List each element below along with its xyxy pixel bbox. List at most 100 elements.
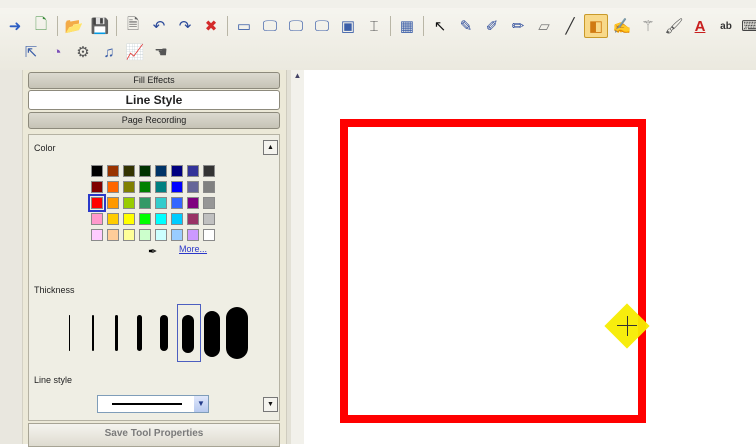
screen-shade-icon[interactable]: ▭ (232, 14, 256, 38)
color-swatch[interactable] (203, 197, 215, 209)
color-swatch[interactable] (203, 229, 215, 241)
recognition-icon[interactable]: ⚙ (71, 40, 95, 64)
line-style-dropdown[interactable]: ▼ (97, 395, 209, 413)
color-swatch[interactable] (107, 229, 119, 241)
color-swatch[interactable] (155, 213, 167, 225)
drawn-rectangle[interactable] (340, 119, 646, 423)
thickness-option-7[interactable] (204, 311, 220, 357)
thickness-option-1[interactable] (69, 315, 70, 351)
spotlight-monitor-icon[interactable]: 🖵 (310, 14, 334, 38)
pen-icon[interactable]: ✎ (454, 14, 478, 38)
tab-page-recording[interactable]: Page Recording (28, 112, 280, 129)
color-collapse-button[interactable]: ▲ (263, 140, 278, 155)
capture-icon[interactable]: ▣ (336, 14, 360, 38)
vertical-scrollbar[interactable]: ▲ (291, 70, 304, 444)
thickness-option-3[interactable] (115, 315, 118, 351)
highlighter-icon[interactable]: ✏ (506, 14, 530, 38)
text-icon[interactable]: A (688, 14, 712, 38)
color-swatch[interactable] (107, 165, 119, 177)
open-folder-icon[interactable]: 📂 (62, 14, 86, 38)
redo-icon[interactable]: ↷ (173, 14, 197, 38)
monitor-icon[interactable]: 🖵 (258, 14, 282, 38)
thickness-option-5[interactable] (160, 315, 168, 351)
color-swatch[interactable] (91, 165, 103, 177)
color-swatch[interactable] (123, 165, 135, 177)
line-style-collapse-button[interactable]: ▼ (263, 397, 278, 412)
table-icon[interactable]: ▦ (395, 14, 419, 38)
pointer-tool-icon[interactable]: ⇱ (19, 40, 43, 64)
color-swatch[interactable] (91, 229, 103, 241)
more-colors-link[interactable]: More... (179, 244, 207, 254)
save-tool-properties-button[interactable]: Save Tool Properties (28, 423, 280, 447)
line-icon[interactable]: ╱ (558, 14, 582, 38)
color-swatch[interactable] (91, 181, 103, 193)
keyboard-icon[interactable]: ⌨ (740, 14, 756, 38)
color-swatch[interactable] (139, 165, 151, 177)
toolbar-row-2: ⇱ ◔ ⚙ ♫ 📈 ☚ (18, 38, 174, 66)
tab-line-style[interactable]: Line Style (28, 90, 280, 110)
color-swatch[interactable] (187, 197, 199, 209)
color-swatch[interactable] (123, 197, 135, 209)
creative-pen-icon[interactable]: ✐ (480, 14, 504, 38)
color-swatch[interactable] (91, 213, 103, 225)
color-swatch[interactable] (155, 181, 167, 193)
text-recognition-icon[interactable]: ab (714, 14, 738, 38)
chart-icon[interactable]: 📈 (123, 40, 147, 64)
thickness-option-8[interactable] (226, 307, 248, 359)
color-swatch[interactable] (171, 197, 183, 209)
menu-bar (0, 0, 756, 8)
shape-tool-icon[interactable]: ◧ (584, 14, 608, 38)
color-swatch[interactable] (107, 181, 119, 193)
eraser-icon[interactable]: ▱ (532, 14, 556, 38)
fill-icon[interactable]: 🖌 (662, 14, 686, 38)
color-swatch[interactable] (88, 194, 106, 212)
print-preview-icon[interactable]: 🗎 (121, 14, 145, 38)
color-swatch[interactable] (187, 165, 199, 177)
thickness-option-2[interactable] (92, 315, 94, 351)
new-page-icon[interactable]: 🗋 (29, 14, 53, 38)
color-swatch[interactable] (187, 213, 199, 225)
eyedropper-icon[interactable]: ✒ (148, 245, 157, 258)
color-swatch[interactable] (171, 229, 183, 241)
color-swatch[interactable] (123, 213, 135, 225)
color-swatch[interactable] (171, 213, 183, 225)
scroll-up-icon[interactable]: ▲ (291, 70, 304, 82)
color-swatch[interactable] (107, 213, 119, 225)
toolbar-separator (227, 16, 228, 36)
side-tab-strip (0, 70, 23, 444)
eraser-tool-icon[interactable]: ◔ (45, 40, 69, 64)
color-swatch[interactable] (139, 181, 151, 193)
monitor-outline-icon[interactable]: 🖵 (284, 14, 308, 38)
save-icon[interactable]: 💾 (88, 14, 112, 38)
color-swatch[interactable] (139, 197, 151, 209)
color-swatch[interactable] (203, 213, 215, 225)
toolbar-separator (390, 16, 391, 36)
color-swatch[interactable] (123, 229, 135, 241)
color-swatch[interactable] (107, 197, 119, 209)
color-swatch[interactable] (203, 181, 215, 193)
color-swatch[interactable] (155, 229, 167, 241)
toolbar-separator (57, 16, 58, 36)
delete-icon[interactable]: ✖ (199, 14, 223, 38)
arrow-right-icon[interactable]: ➜ (3, 14, 27, 38)
color-swatch[interactable] (187, 181, 199, 193)
color-swatch[interactable] (203, 165, 215, 177)
color-swatch[interactable] (139, 213, 151, 225)
sound-icon[interactable]: ♫ (97, 40, 121, 64)
chevron-down-icon[interactable]: ▼ (194, 396, 208, 412)
color-swatch[interactable] (155, 165, 167, 177)
magic-wand-icon[interactable]: ⚚ (636, 14, 660, 38)
color-swatch[interactable] (171, 165, 183, 177)
color-swatch[interactable] (187, 229, 199, 241)
shape-pen-icon[interactable]: ✍ (610, 14, 634, 38)
color-swatch[interactable] (139, 229, 151, 241)
select-arrow-icon[interactable]: ↖ (428, 14, 452, 38)
ruler-icon[interactable]: ⌶ (362, 14, 386, 38)
undo-icon[interactable]: ↶ (147, 14, 171, 38)
thickness-option-4[interactable] (137, 315, 142, 351)
hand-icon[interactable]: ☚ (149, 40, 173, 64)
tab-fill-effects[interactable]: Fill Effects (28, 72, 280, 89)
color-swatch[interactable] (123, 181, 135, 193)
color-swatch[interactable] (171, 181, 183, 193)
color-swatch[interactable] (155, 197, 167, 209)
